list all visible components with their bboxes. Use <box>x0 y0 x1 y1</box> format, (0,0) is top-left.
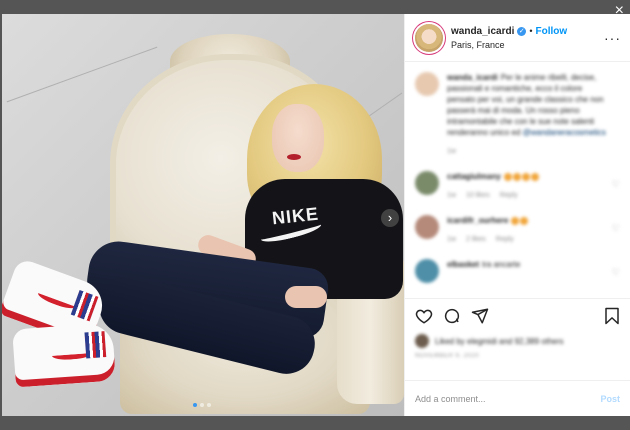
emoji-icon <box>530 172 539 181</box>
caption-meta: 1w <box>447 146 607 157</box>
comment-reply-button[interactable]: Reply <box>500 190 518 201</box>
comment-emojis <box>511 216 529 225</box>
emoji-icon <box>503 172 512 181</box>
comment-meta: 1w 2 likes Reply <box>447 234 607 245</box>
comment-like-heart-icon[interactable]: ♡ <box>612 267 620 278</box>
post-header: wanda_icardi ✓ • Follow Paris, France ··… <box>405 14 630 62</box>
bookmark-icon[interactable] <box>603 307 621 325</box>
comment-time: 1w <box>447 236 456 243</box>
carousel-dot <box>193 403 197 407</box>
comment-item: icardifr_ourhere 1w 2 likes Reply ♡ <box>415 215 620 245</box>
comment-body: icardifr_ourhere 1w 2 likes Reply <box>447 215 607 245</box>
comment-username[interactable]: cattagiulmany <box>447 172 501 181</box>
comment-like-heart-icon[interactable]: ♡ <box>612 179 620 190</box>
action-icons <box>415 307 620 325</box>
sneaker-swoosh <box>36 288 78 312</box>
comment-time: 1w <box>447 192 456 199</box>
comment-like-heart-icon[interactable]: ♡ <box>612 223 620 234</box>
follow-button[interactable]: Follow <box>536 26 568 37</box>
avatar[interactable] <box>415 215 439 239</box>
location-link[interactable]: Paris, France <box>451 40 567 50</box>
emoji-icon <box>512 172 521 181</box>
comment-username[interactable]: elbasket <box>447 260 479 269</box>
comment-bar: Post <box>405 380 630 416</box>
post-sidebar: wanda_icardi ✓ • Follow Paris, France ··… <box>404 14 630 416</box>
post-button[interactable]: Post <box>600 394 620 404</box>
carousel-dot <box>200 403 204 407</box>
separator: • <box>529 26 533 36</box>
likes-row: Liked by elegmidi and 92,389 others <box>415 334 620 348</box>
comments-section[interactable]: wanda_icardi Per le anime ribelli, decise… <box>405 62 630 298</box>
emoji-icon <box>520 216 529 225</box>
caption-time: 1w <box>447 148 456 155</box>
caption: wanda_icardi Per le anime ribelli, decise… <box>415 72 620 157</box>
floor-seam <box>6 46 158 103</box>
likes-count[interactable]: Liked by elegmidi and 92,389 others <box>435 337 564 346</box>
emoji-icon <box>511 216 520 225</box>
header-text: wanda_icardi ✓ • Follow Paris, France <box>451 26 567 50</box>
carousel-dots <box>193 403 211 407</box>
comment-meta: 1w 10 likes Reply <box>447 190 607 201</box>
comment-list: cattagiulmany 1w 10 likes Reply ♡ icardifr_ou… <box>415 171 620 283</box>
comment-body: elbasket tra ancarte <box>447 259 607 283</box>
avatar[interactable] <box>415 23 443 52</box>
comment-body: cattagiulmany 1w 10 likes Reply <box>447 171 607 201</box>
post-modal: NIKE › wanda_icardi ✓ • Follow Paris, Fr… <box>2 14 630 416</box>
hand-right <box>285 286 327 308</box>
more-options-icon[interactable]: ··· <box>604 30 621 46</box>
comment-emojis <box>503 172 540 181</box>
lips <box>287 154 301 160</box>
comment-likes[interactable]: 10 likes <box>466 190 490 201</box>
user-row: wanda_icardi ✓ • Follow <box>451 26 567 37</box>
comment-input[interactable] <box>415 393 575 404</box>
sneaker-stripe <box>84 331 107 359</box>
like-heart-icon[interactable] <box>415 307 433 325</box>
emoji-icon <box>521 172 530 181</box>
verified-badge-icon: ✓ <box>517 26 527 36</box>
comment-text: tra ancarte <box>482 260 521 269</box>
sneaker-stripe <box>70 290 99 322</box>
caption-username[interactable]: wanda_icardi <box>447 73 498 82</box>
comment-item: elbasket tra ancarte ♡ <box>415 259 620 283</box>
face <box>272 104 324 172</box>
post-date: NOVEMBER 9, 2020 <box>415 353 480 359</box>
username-link[interactable]: wanda_icardi <box>451 26 514 37</box>
comment-item: cattagiulmany 1w 10 likes Reply ♡ <box>415 171 620 201</box>
comment-reply-button[interactable]: Reply <box>496 234 514 245</box>
carousel-dot <box>207 403 211 407</box>
post-actions: Liked by elegmidi and 92,389 others NOVE… <box>405 298 630 380</box>
avatar[interactable] <box>415 334 429 348</box>
avatar[interactable] <box>415 171 439 195</box>
caption-body: wanda_icardi Per le anime ribelli, decise… <box>447 72 607 157</box>
share-send-icon[interactable] <box>471 307 489 325</box>
next-photo-button[interactable]: › <box>381 209 399 227</box>
avatar[interactable] <box>415 72 439 96</box>
comment-username[interactable]: icardifr_ourhere <box>447 216 508 225</box>
avatar[interactable] <box>415 259 439 283</box>
comment-likes[interactable]: 2 likes <box>466 234 486 245</box>
sneaker-lower <box>12 322 116 388</box>
post-photo[interactable]: NIKE › <box>2 14 404 416</box>
caption-mention[interactable]: @wandaneracosmetics <box>523 128 606 137</box>
comment-bubble-icon[interactable] <box>443 307 461 325</box>
